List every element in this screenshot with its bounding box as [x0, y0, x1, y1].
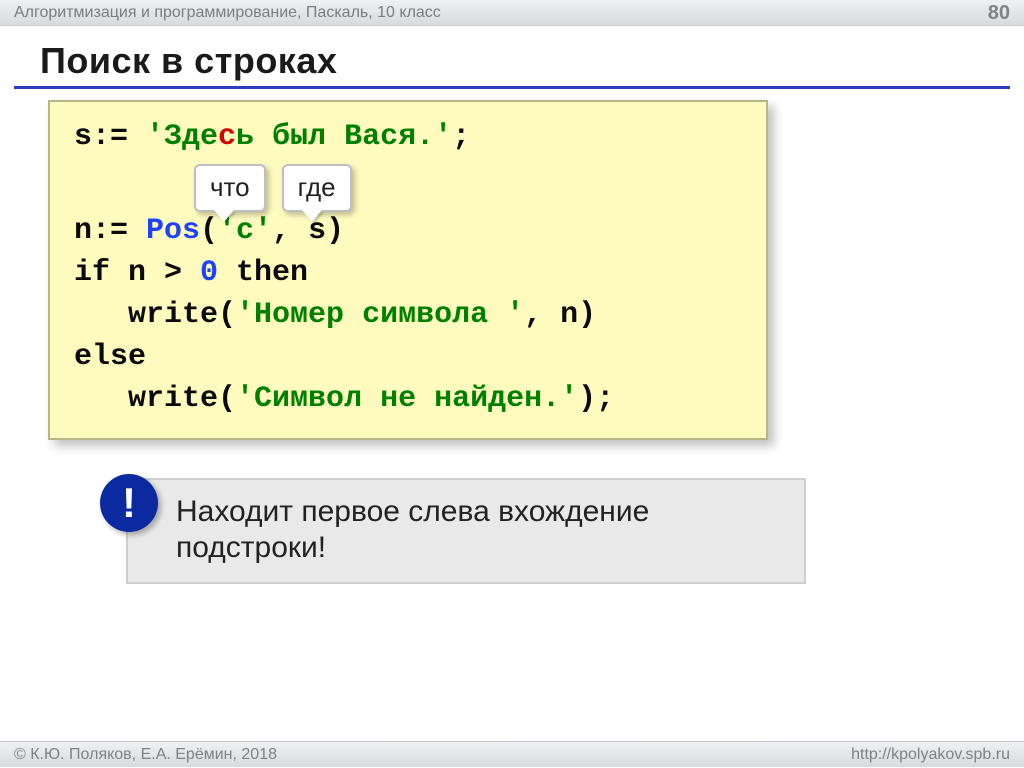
label-spacer: что где [74, 158, 742, 210]
footer-bar: © К.Ю. Поляков, Е.А. Ерёмин, 2018 http:/… [0, 741, 1024, 767]
indent [74, 298, 128, 332]
note-line-2: подстроки! [176, 530, 782, 566]
code-text: write( [128, 298, 236, 332]
number: 0 [200, 256, 218, 290]
page-number: 80 [988, 0, 1010, 26]
code-text: s:= [74, 120, 146, 154]
keyword: if n > [74, 256, 200, 290]
header-bar: Алгоритмизация и программирование, Паска… [0, 0, 1024, 26]
bubble-what: что [194, 164, 266, 212]
code-box: s:= 'Здесь был Вася.'; что где n:= Pos('… [48, 100, 768, 440]
code-text: n:= [74, 214, 146, 248]
string-literal: 'Номер символа ' [236, 298, 524, 332]
function-name: Pos [146, 214, 200, 248]
keyword: then [218, 256, 308, 290]
title-underline [14, 86, 1010, 89]
code-line-2: n:= Pos('с', s) [74, 210, 742, 252]
footer-copyright: © К.Ю. Поляков, Е.А. Ерёмин, 2018 [14, 742, 277, 768]
code-text: write( [128, 382, 236, 416]
code-text: ; [452, 120, 470, 154]
label-row: что где [194, 164, 352, 212]
string-literal: ь был Вася.' [236, 120, 452, 154]
code-line-5: else [74, 336, 742, 378]
exclamation-icon: ! [100, 474, 158, 532]
code-line-6: write('Символ не найден.'); [74, 378, 742, 420]
string-literal: 'Символ не найден.' [236, 382, 578, 416]
slide: Алгоритмизация и программирование, Паска… [0, 0, 1024, 767]
code-line-4: write('Номер символа ', n) [74, 294, 742, 336]
code-line-1: s:= 'Здесь был Вася.'; [74, 116, 742, 158]
code-line-3: if n > 0 then [74, 252, 742, 294]
page-title: Поиск в строках [40, 40, 337, 82]
highlighted-char: с [218, 120, 236, 154]
code-text: ); [578, 382, 614, 416]
bubble-where: где [282, 164, 352, 212]
indent [74, 382, 128, 416]
footer-link: http://kpolyakov.spb.ru [851, 742, 1010, 768]
code-text: , n) [524, 298, 596, 332]
note-box: ! Находит первое слева вхождение подстро… [126, 478, 806, 584]
note-line-1: Находит первое слева вхождение [176, 494, 782, 530]
breadcrumb: Алгоритмизация и программирование, Паска… [14, 0, 441, 26]
string-literal: 'Зде [146, 120, 218, 154]
